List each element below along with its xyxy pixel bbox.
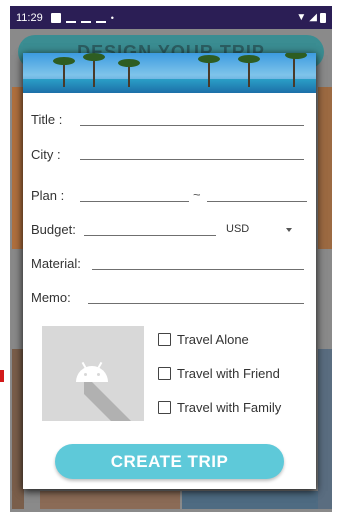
palm-frond <box>53 57 75 65</box>
photo-picker[interactable] <box>42 326 144 421</box>
background-photo <box>40 491 180 509</box>
download-icon <box>95 13 106 23</box>
checkbox-label: Travel with Friend <box>177 366 280 381</box>
palm-frond <box>285 53 307 59</box>
city-label: City : <box>31 147 61 162</box>
palm-frond <box>118 59 140 67</box>
budget-input[interactable] <box>84 235 216 236</box>
dot-icon: • <box>110 12 114 23</box>
plan-end-date-input[interactable] <box>207 201 307 202</box>
plan-label: Plan : <box>31 188 65 203</box>
title-label: Title : <box>31 112 63 127</box>
travel-with-family-option[interactable]: Travel with Family <box>158 400 281 415</box>
plan-start-date-input[interactable] <box>80 201 189 202</box>
header-beach-image <box>23 53 316 93</box>
palm-frond <box>238 55 260 63</box>
download-icon <box>80 13 91 23</box>
travel-with-friend-option[interactable]: Travel with Friend <box>158 366 280 381</box>
download-icon <box>65 13 76 23</box>
header-sea <box>23 79 316 93</box>
android-image-icon <box>76 361 108 382</box>
travel-alone-option[interactable]: Travel Alone <box>158 332 249 347</box>
wifi-icon: ▼ <box>296 12 307 23</box>
currency-select[interactable]: USD <box>226 223 249 235</box>
background-photo <box>318 87 332 249</box>
signal-icon: ◢ <box>309 12 317 23</box>
budget-label: Budget: <box>31 222 76 237</box>
create-trip-dialog <box>23 53 316 489</box>
checkbox[interactable] <box>158 367 171 380</box>
chevron-down-icon[interactable] <box>286 228 292 232</box>
status-bar: 11:29 • ▼ ◢ <box>10 6 332 29</box>
title-input[interactable] <box>80 125 304 126</box>
checkbox[interactable] <box>158 401 171 414</box>
checkbox[interactable] <box>158 333 171 346</box>
palm-frond <box>198 55 220 63</box>
background-photo <box>182 491 318 509</box>
status-time: 11:29 <box>16 11 43 24</box>
memo-label: Memo: <box>31 290 71 305</box>
palm-frond <box>83 53 105 61</box>
checkbox-label: Travel with Family <box>177 400 282 415</box>
android-eye <box>97 373 100 376</box>
background-photo <box>318 349 332 509</box>
plan-separator: ~ <box>193 187 201 202</box>
android-head <box>76 366 108 382</box>
memo-input[interactable] <box>88 303 304 304</box>
material-label: Material: <box>31 256 81 271</box>
status-right: ▼ ◢ <box>296 12 326 23</box>
red-marker <box>0 370 4 382</box>
notification-icon <box>50 12 61 23</box>
battery-icon <box>320 12 326 23</box>
create-trip-button[interactable]: CREATE TRIP <box>55 444 284 479</box>
city-input[interactable] <box>80 159 304 160</box>
checkbox-label: Travel Alone <box>177 332 249 347</box>
material-input[interactable] <box>92 269 304 270</box>
android-eye <box>84 373 87 376</box>
